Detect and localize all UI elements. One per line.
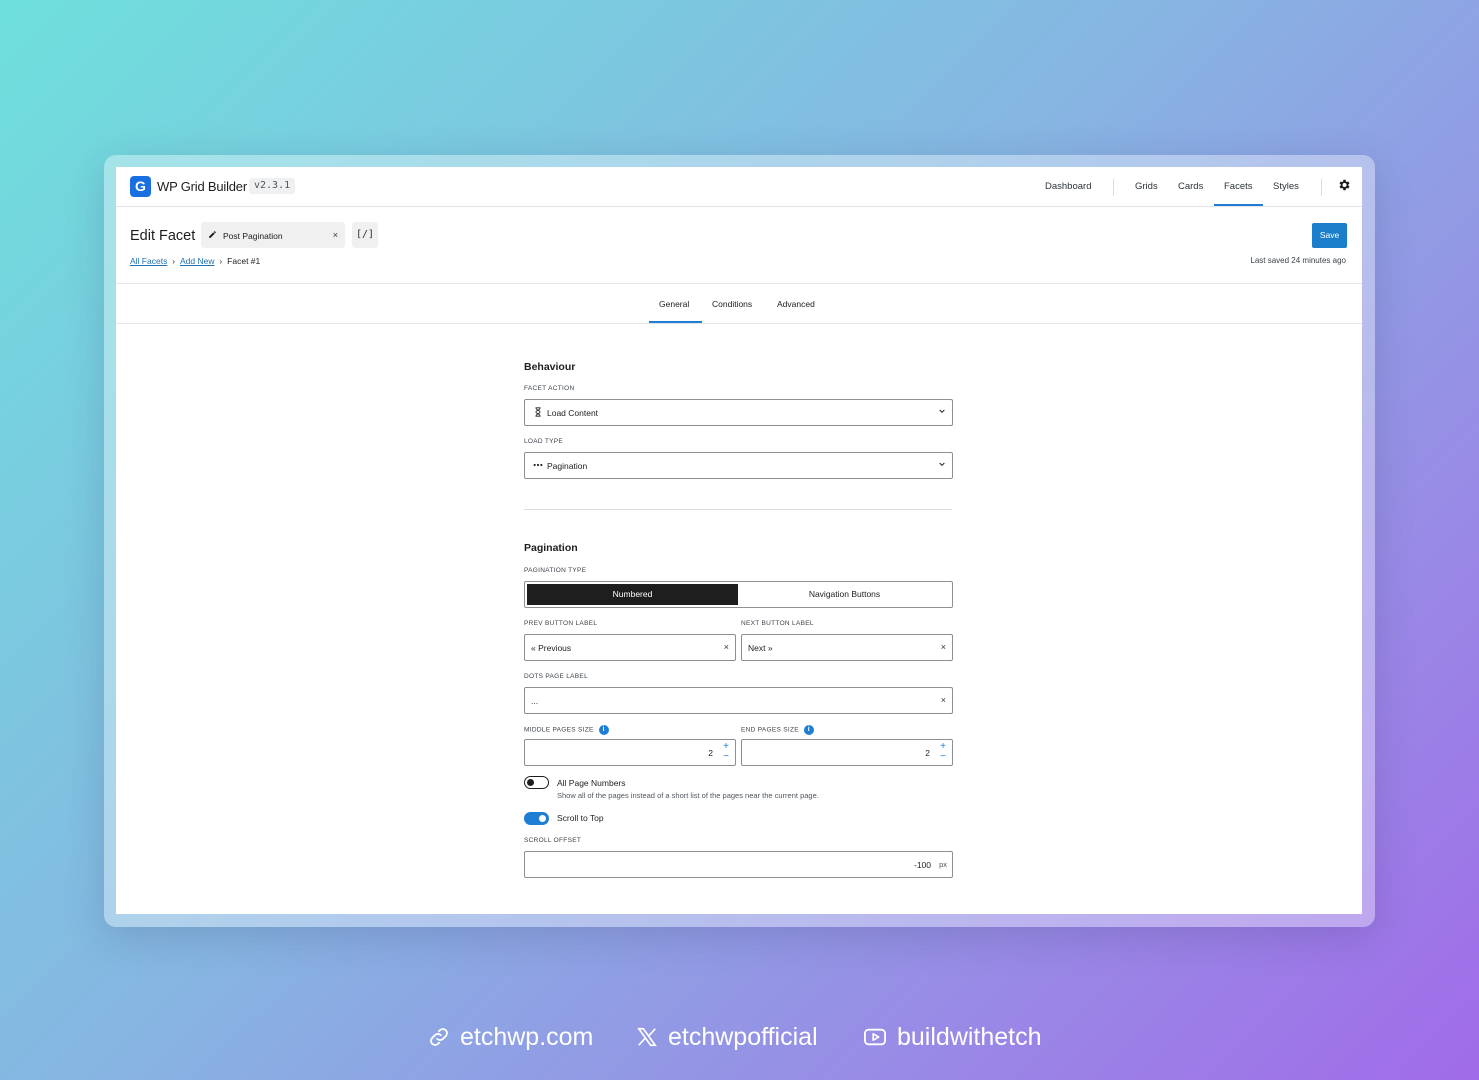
info-icon[interactable]: i: [598, 725, 609, 735]
dots-page-label: DOTS PAGE LABEL: [524, 673, 588, 680]
nav-active-indicator: [1214, 204, 1263, 206]
load-type-value: Pagination: [547, 461, 588, 471]
pagination-type-navigation-buttons[interactable]: Navigation Buttons: [739, 584, 950, 605]
nav-dashboard[interactable]: Dashboard: [1045, 181, 1091, 192]
breadcrumb-separator: ›: [219, 257, 223, 266]
breadcrumb-all-facets[interactable]: All Facets: [130, 256, 167, 266]
all-page-numbers-label: All Page Numbers: [557, 778, 626, 788]
load-type-select[interactable]: Pagination: [524, 452, 953, 479]
prev-button-value: « Previous: [531, 643, 572, 653]
end-pages-size-stepper[interactable]: 2 + −: [741, 739, 953, 766]
nav-cards[interactable]: Cards: [1178, 181, 1203, 192]
breadcrumb-separator: ›: [172, 257, 175, 266]
nav-grids[interactable]: Grids: [1135, 181, 1158, 192]
nav-facets[interactable]: Facets: [1224, 181, 1253, 192]
next-button-value: Next »: [748, 643, 773, 653]
website-link[interactable]: etchwp.com: [428, 1022, 593, 1052]
nav-divider: [1321, 179, 1322, 196]
youtube-link[interactable]: buildwithetch: [863, 1022, 1042, 1052]
x-logo-icon: [637, 1028, 657, 1047]
app-title: WP Grid Builder: [157, 179, 247, 194]
next-button-label: NEXT BUTTON LABEL: [741, 620, 814, 627]
toggle-knob: [527, 779, 534, 786]
tab-general[interactable]: General: [659, 299, 689, 309]
prev-button-input[interactable]: « Previous ×: [524, 634, 736, 661]
dots-page-value: ...: [531, 696, 539, 706]
pencil-icon: [209, 231, 216, 238]
all-page-numbers-help: Show all of the pages instead of a short…: [557, 791, 819, 800]
toggle-knob: [539, 815, 546, 822]
middle-pages-size-stepper[interactable]: 2 + −: [524, 739, 736, 766]
x-link[interactable]: etchwpofficial: [636, 1022, 818, 1052]
shortcode-button[interactable]: [/]: [352, 222, 378, 248]
chevron-down-icon: [939, 409, 945, 414]
load-type-label: LOAD TYPE: [524, 438, 564, 445]
youtube-icon: [864, 1029, 886, 1046]
tab-advanced[interactable]: Advanced: [777, 299, 815, 309]
decrement-icon[interactable]: −: [723, 751, 729, 763]
prev-button-label: PREV BUTTON LABEL: [524, 620, 598, 627]
x-handle-text: etchwpofficial: [668, 1022, 818, 1051]
chevron-down-icon: [939, 462, 945, 467]
wp-grid-builder-logo: G: [130, 176, 151, 197]
breadcrumb: All Facets › Add New › Facet #1: [130, 256, 260, 266]
pagination-type-label: PAGINATION TYPE: [524, 567, 587, 574]
facet-name-field[interactable]: Post Pagination ×: [201, 222, 345, 248]
youtube-text: buildwithetch: [897, 1022, 1042, 1051]
facet-name-value: Post Pagination: [223, 231, 283, 241]
clear-icon[interactable]: ×: [724, 642, 729, 652]
top-bar: G WP Grid Builder v2.3.1 Dashboard Grids…: [116, 167, 1362, 207]
clear-icon[interactable]: ×: [941, 642, 946, 652]
dots-page-input[interactable]: ... ×: [524, 687, 953, 714]
decrement-icon[interactable]: −: [940, 751, 946, 763]
hourglass-icon: [535, 407, 541, 417]
pagination-type-numbered[interactable]: Numbered: [527, 584, 738, 605]
pagination-type-toggle: Numbered Navigation Buttons: [524, 581, 953, 608]
divider: [116, 283, 1362, 284]
scroll-to-top-label: Scroll to Top: [557, 813, 604, 823]
breadcrumb-add-new[interactable]: Add New: [180, 256, 215, 266]
nav-divider: [1113, 179, 1114, 196]
website-text: etchwp.com: [460, 1022, 594, 1051]
ellipsis-icon: [533, 463, 543, 467]
breadcrumb-current: Facet #1: [227, 256, 261, 266]
next-button-input[interactable]: Next » ×: [741, 634, 953, 661]
nav-styles[interactable]: Styles: [1273, 181, 1299, 192]
social-links: etchwp.com etchwpofficial buildwithetch: [0, 1018, 1479, 1058]
scroll-offset-label: SCROLL OFFSET: [524, 837, 582, 844]
scroll-offset-value: -100: [913, 860, 931, 870]
end-pages-size-value: 2: [925, 748, 930, 758]
facet-action-label: FACET ACTION: [524, 385, 575, 392]
all-page-numbers-toggle[interactable]: [524, 776, 549, 789]
app-window: G WP Grid Builder v2.3.1 Dashboard Grids…: [116, 167, 1362, 914]
end-pages-size-label: END PAGES SIZE i: [741, 725, 814, 735]
clear-icon[interactable]: ×: [333, 230, 338, 240]
save-button[interactable]: Save: [1312, 223, 1347, 248]
last-saved-text: Last saved 24 minutes ago: [1250, 256, 1346, 265]
clear-icon[interactable]: ×: [941, 695, 946, 705]
end-pages-size-text: END PAGES SIZE: [741, 726, 799, 734]
scroll-to-top-toggle[interactable]: [524, 812, 549, 825]
tab-conditions[interactable]: Conditions: [712, 299, 752, 309]
section-divider: [524, 509, 952, 510]
section-title-behaviour: Behaviour: [524, 361, 576, 373]
version-badge: v2.3.1: [249, 178, 296, 194]
middle-pages-size-value: 2: [708, 748, 713, 758]
info-icon[interactable]: i: [803, 725, 814, 735]
gear-icon[interactable]: [1337, 178, 1351, 192]
middle-pages-size-text: MIDDLE PAGES SIZE: [524, 726, 594, 734]
middle-pages-size-label: MIDDLE PAGES SIZE i: [524, 725, 609, 735]
page-title: Edit Facet: [130, 228, 196, 244]
divider: [116, 323, 1362, 324]
facet-action-value: Load Content: [547, 408, 599, 418]
link-icon: [430, 1028, 448, 1047]
facet-action-select[interactable]: Load Content: [524, 399, 953, 426]
scroll-offset-unit: px: [939, 860, 947, 869]
scroll-offset-input[interactable]: -100 px: [524, 851, 953, 878]
section-title-pagination: Pagination: [524, 542, 578, 554]
